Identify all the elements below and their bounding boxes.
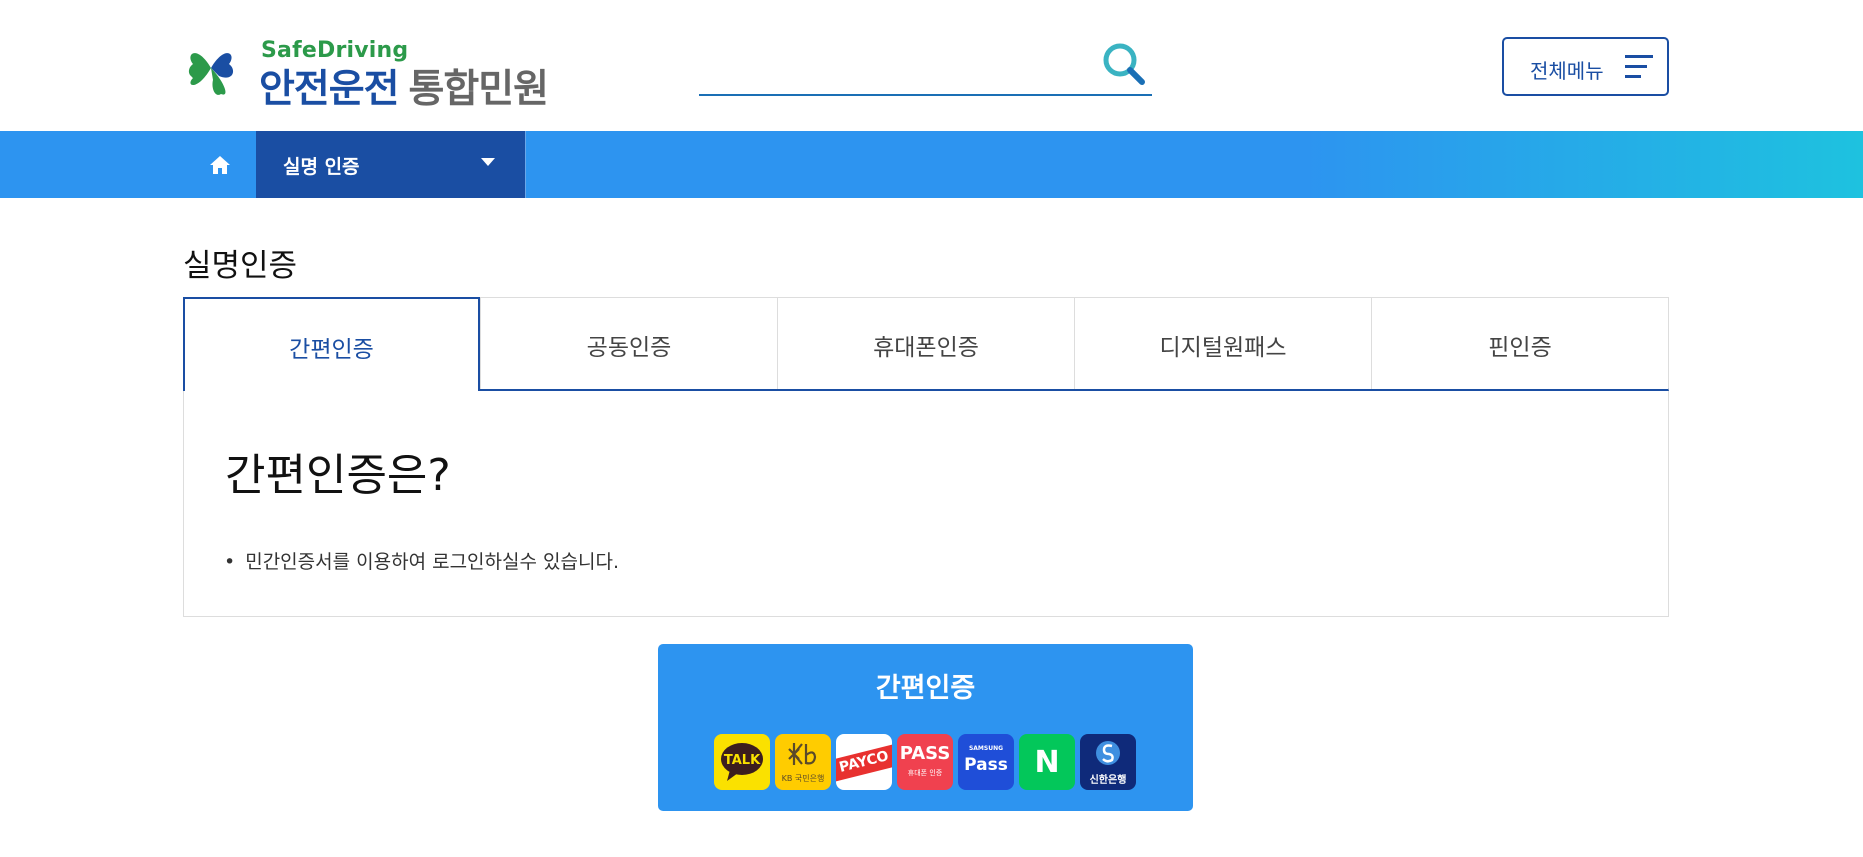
provider-label: N bbox=[1034, 745, 1060, 780]
provider-label: 신한은행 bbox=[1089, 775, 1127, 786]
tab-label: 휴대폰인증 bbox=[873, 335, 979, 361]
tab-label: 디지털원패스 bbox=[1159, 335, 1287, 361]
section-dropdown-label: 실명 인증 bbox=[283, 156, 360, 178]
home-button[interactable] bbox=[183, 131, 256, 198]
tab-joint-certificate[interactable]: 공동인증 bbox=[480, 298, 777, 389]
home-icon bbox=[209, 155, 230, 174]
provider-label: Pass bbox=[964, 755, 1008, 775]
logo-title: 안전운전 통합민원 bbox=[259, 58, 550, 114]
provider-label: TALK bbox=[723, 753, 761, 768]
bullet-dot-icon: • bbox=[224, 551, 236, 573]
info-heading: 간편인증은? bbox=[225, 450, 451, 501]
tab-simple-auth[interactable]: 간편인증 bbox=[183, 297, 480, 391]
all-menu-label: 전체메뉴 bbox=[1530, 59, 1604, 83]
all-menu-button[interactable]: 전체메뉴 bbox=[1502, 37, 1669, 96]
logo-title-gray: 통합민원 bbox=[408, 67, 550, 112]
info-bullet-text: 민간인증서를 이용하여 로그인하실수 있습니다. bbox=[245, 551, 619, 573]
samsung-pass-icon: SAMSUNG Pass bbox=[958, 734, 1014, 790]
provider-sublabel: SAMSUNG bbox=[968, 745, 1004, 752]
page-title: 실명인증 bbox=[183, 248, 298, 284]
payco-icon: PAYCO bbox=[836, 734, 892, 790]
site-logo[interactable]: SafeDriving 안전운전 통합민원 bbox=[183, 38, 563, 112]
location-navbar: 실명 인증 bbox=[0, 131, 1863, 198]
pass-icon: PASS 휴대폰 인증 bbox=[897, 734, 953, 790]
tab-label: 간편인증 bbox=[289, 337, 374, 363]
clover-logo-icon bbox=[188, 53, 234, 95]
shinhan-bank-icon: 신한은행 bbox=[1080, 734, 1136, 790]
provider-icons: TALK KB 국민은행 PAYCO PASS 휴대폰 인증 SAMSUNG P… bbox=[714, 734, 1136, 790]
caret-down-icon bbox=[481, 158, 495, 166]
tab-label: 핀인증 bbox=[1488, 335, 1552, 361]
naver-icon: N bbox=[1019, 734, 1075, 790]
simple-auth-button[interactable]: 간편인증 TALK KB 국민은행 PAYCO PASS 휴대폰 인증 SAMS… bbox=[658, 644, 1193, 811]
logo-title-blue: 안전운전 bbox=[259, 67, 400, 112]
kb-bank-icon: KB 국민은행 bbox=[775, 734, 831, 790]
info-bullet: • 민간인증서를 이용하여 로그인하실수 있습니다. bbox=[224, 547, 619, 574]
section-dropdown[interactable]: 실명 인증 bbox=[256, 131, 526, 198]
search-icon[interactable] bbox=[1100, 40, 1148, 88]
tab-mobile-auth[interactable]: 휴대폰인증 bbox=[777, 298, 1074, 389]
search-bar bbox=[699, 36, 1152, 96]
provider-label: KB 국민은행 bbox=[781, 774, 825, 783]
provider-label: PASS bbox=[899, 743, 951, 764]
tab-content-panel: 간편인증은? • 민간인증서를 이용하여 로그인하실수 있습니다. bbox=[183, 391, 1669, 617]
tab-label: 공동인증 bbox=[586, 335, 672, 361]
kakao-talk-icon: TALK bbox=[714, 734, 770, 790]
hamburger-menu-icon bbox=[1625, 55, 1653, 78]
provider-sublabel: 휴대폰 인증 bbox=[907, 769, 943, 777]
simple-auth-button-label: 간편인증 bbox=[875, 673, 976, 704]
site-header: SafeDriving 안전운전 통합민원 전체메뉴 bbox=[0, 0, 1863, 131]
auth-method-tabs: 간편인증 공동인증 휴대폰인증 디지털원패스 핀인증 bbox=[183, 297, 1669, 391]
tab-digital-onepass[interactable]: 디지털원패스 bbox=[1074, 298, 1371, 389]
search-input[interactable] bbox=[699, 46, 1089, 86]
tab-pin-auth[interactable]: 핀인증 bbox=[1371, 298, 1668, 389]
